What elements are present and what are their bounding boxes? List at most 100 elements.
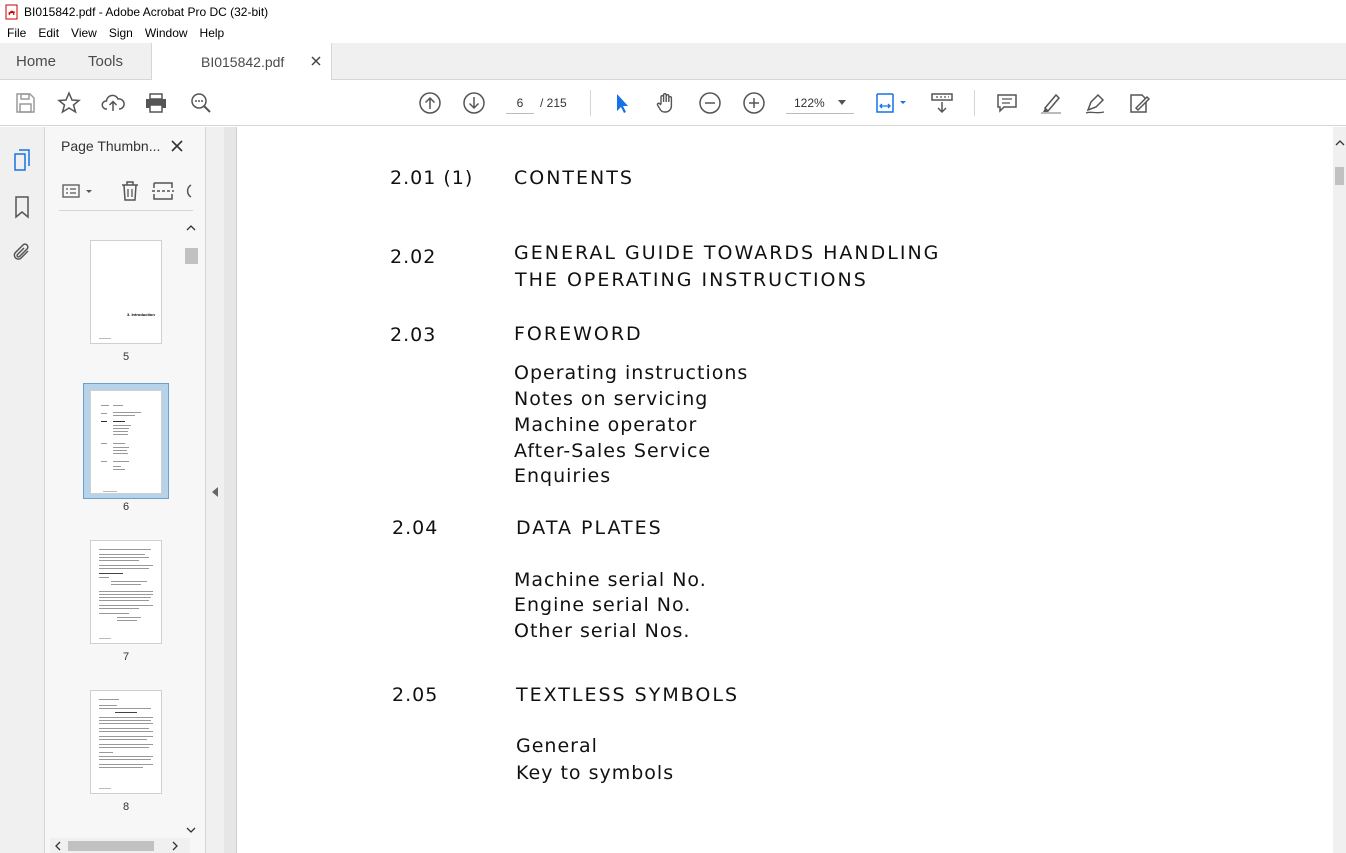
thumbnail-page-number: 6 (122, 501, 130, 513)
section-subitem: Machine operator (514, 414, 698, 436)
thumbnail-toolbar (59, 175, 193, 211)
thumbnail-scrollbar[interactable] (183, 222, 200, 838)
section-subitem: General (516, 735, 598, 757)
thumbnail-list: 3. Introduction 5 6 7 8 (45, 221, 195, 841)
section-subitem: Enquiries (514, 465, 612, 487)
section-heading: CONTENTS (514, 167, 634, 189)
print-button[interactable] (144, 91, 168, 115)
menu-file[interactable]: File (0, 26, 32, 40)
comment-button[interactable] (995, 91, 1019, 115)
thumbnail-page[interactable]: 3. Introduction (90, 240, 162, 344)
close-icon[interactable] (309, 54, 323, 68)
collapse-panel-icon[interactable] (212, 487, 218, 497)
close-icon[interactable] (170, 139, 184, 153)
save-button[interactable] (13, 91, 37, 115)
title-bar: BI015842.pdf - Adobe Acrobat Pro DC (32-… (0, 0, 1346, 23)
tab-document[interactable]: BI015842.pdf (151, 43, 332, 81)
scrollbar-thumb[interactable] (185, 248, 198, 264)
section-number: 2.02 (390, 246, 437, 268)
menu-bar: File Edit View Sign Window Help (0, 23, 1346, 43)
fit-page-icon (876, 93, 906, 113)
panel-title: Page Thumbn... (61, 138, 161, 154)
menu-sign[interactable]: Sign (103, 26, 139, 40)
find-button[interactable] (189, 91, 213, 115)
menu-help[interactable]: Help (194, 26, 231, 40)
cursor-arrow-icon (617, 94, 628, 113)
scroll-up-icon[interactable] (186, 224, 196, 232)
bookmark-star-button[interactable] (57, 91, 81, 115)
scroll-down-icon[interactable] (186, 826, 196, 834)
tab-home[interactable]: Home (16, 43, 56, 80)
thumbnail-page[interactable] (90, 690, 162, 794)
star-icon (57, 91, 81, 114)
page-number-input[interactable]: 6 (506, 92, 534, 114)
section-heading: THE OPERATING INSTRUCTIONS (515, 269, 868, 291)
section-number: 2.04 (392, 517, 439, 539)
trash-icon[interactable] (118, 179, 142, 203)
toolbar-divider (974, 90, 975, 116)
options-menu-icon[interactable] (61, 179, 95, 203)
thumbnail-page[interactable] (90, 540, 162, 644)
document-scrollbar[interactable] (1333, 127, 1346, 853)
menu-edit[interactable]: Edit (32, 26, 65, 40)
scroll-right-icon[interactable] (171, 841, 179, 851)
thumbnail-horizontal-scrollbar[interactable] (50, 838, 190, 853)
scroll-mode-icon (931, 93, 953, 114)
document-view[interactable]: 2.01 (1) CONTENTS 2.02 GENERAL GUIDE TOW… (224, 127, 1346, 853)
hand-tool-button[interactable] (654, 91, 678, 115)
select-tool-button[interactable] (610, 91, 634, 115)
scroll-up-icon[interactable] (1335, 139, 1345, 147)
zoom-value: 122% (794, 96, 825, 110)
section-subitem: Operating instructions (514, 362, 749, 384)
scroll-mode-button[interactable] (930, 91, 954, 115)
panel-splitter[interactable] (205, 127, 224, 853)
upload-button[interactable] (101, 91, 125, 115)
highlight-button[interactable] (1039, 91, 1063, 115)
section-heading: DATA PLATES (516, 517, 663, 539)
tab-bar: Home Tools BI015842.pdf (0, 43, 1346, 81)
acrobat-app-icon (5, 4, 18, 19)
pen-icon (1085, 93, 1105, 114)
zoom-out-button[interactable] (698, 91, 722, 115)
save-icon (16, 93, 35, 113)
section-number: 2.05 (392, 684, 439, 706)
hand-icon (656, 93, 673, 113)
comment-icon (997, 94, 1017, 113)
next-page-button[interactable] (462, 91, 486, 115)
rotate-icon[interactable] (183, 179, 193, 203)
tab-tools[interactable]: Tools (88, 43, 123, 80)
arrow-down-circle-icon (463, 92, 485, 114)
section-subitem: Engine serial No. (514, 594, 692, 616)
menu-window[interactable]: Window (139, 26, 194, 40)
thumbnail-page-selected[interactable] (90, 390, 162, 494)
tab-document-label: BI015842.pdf (201, 54, 285, 70)
fill-sign-button[interactable] (1127, 91, 1151, 115)
page-display-button[interactable] (874, 91, 910, 115)
scrollbar-thumb[interactable] (68, 841, 154, 851)
scrollbar-thumb[interactable] (1335, 167, 1344, 185)
thumbnail-caption: 3. Introduction (127, 312, 155, 317)
search-icon (191, 93, 211, 113)
zoom-in-button[interactable] (742, 91, 766, 115)
attachment-icon[interactable] (10, 240, 34, 264)
previous-page-button[interactable] (418, 91, 442, 115)
zoom-dropdown[interactable]: 122% (786, 92, 854, 114)
section-number: 2.03 (390, 324, 437, 346)
draw-button[interactable] (1083, 91, 1107, 115)
bookmark-icon[interactable] (10, 195, 34, 219)
section-subitem: Notes on servicing (514, 388, 709, 410)
split-page-icon[interactable] (151, 179, 175, 203)
menu-view[interactable]: View (65, 26, 103, 40)
chevron-down-icon (838, 100, 846, 105)
highlighter-icon (1041, 93, 1061, 114)
section-heading: FOREWORD (514, 323, 643, 345)
thumbnail-panel: Page Thumbn... 3. Introduction 5 6 7 8 (45, 127, 205, 853)
thumbnail-page-number: 8 (122, 801, 130, 813)
scroll-left-icon[interactable] (54, 841, 62, 851)
sign-document-icon (1130, 94, 1151, 113)
page-thumbnails-icon[interactable] (10, 148, 34, 172)
plus-circle-icon (743, 92, 765, 114)
section-subitem: Machine serial No. (514, 569, 707, 591)
navigation-strip (0, 127, 45, 853)
section-subitem: Key to symbols (516, 762, 675, 784)
